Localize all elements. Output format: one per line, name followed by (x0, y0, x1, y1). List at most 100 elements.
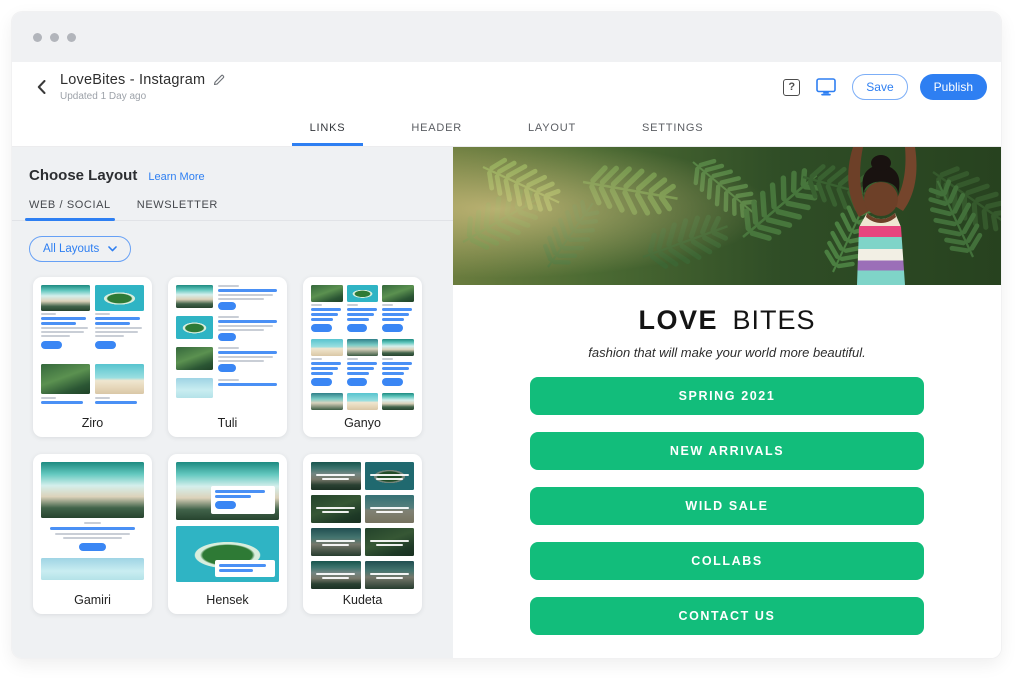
layout-card-tuli[interactable]: Tuli (168, 277, 287, 437)
preview-link-button-contact-us[interactable]: CONTACT US (530, 597, 924, 635)
thumbnail-text-line (219, 569, 253, 572)
thumbnail-button (215, 501, 236, 509)
thumbnail-text-line (95, 397, 110, 399)
page-title: LoveBites - Instagram (60, 72, 205, 88)
thumbnail-image (382, 339, 414, 356)
sidebar-sub-tabs: WEB / SOCIAL NEWSLETTER (12, 199, 453, 221)
thumbnail-text-line (322, 478, 349, 481)
thumbnail-image (311, 495, 361, 523)
brand-title: LOVE BITES (453, 305, 1001, 336)
thumbnail-text-line (218, 294, 273, 296)
thumbnail-text-line (218, 383, 277, 386)
layout-card-kudeta[interactable]: Kudeta (303, 454, 422, 614)
thumbnail-text-line (41, 322, 76, 325)
subtab-web-social[interactable]: WEB / SOCIAL (29, 199, 111, 220)
layout-card-hensek[interactable]: Hensek (168, 454, 287, 614)
thumbnail-text-line (218, 285, 239, 287)
thumbnail-image (347, 393, 379, 410)
layout-card-ziro[interactable]: Ziro (33, 277, 152, 437)
thumbnail-image (365, 528, 415, 556)
brand-title-light: BITES (733, 305, 816, 335)
thumbnail-text-line (311, 372, 333, 375)
thumbnail-text-line (41, 317, 86, 320)
learn-more-link[interactable]: Learn More (148, 171, 204, 183)
thumbnail-text-line (218, 356, 273, 358)
thumbnail-image (311, 339, 343, 356)
app-header: LoveBites - Instagram Updated 1 Day ago … (12, 62, 1001, 112)
thumbnail-text-line (95, 327, 142, 329)
save-button[interactable]: Save (852, 74, 907, 100)
preview-link-button-spring-2021[interactable]: SPRING 2021 (530, 377, 924, 415)
thumbnail-image (41, 285, 90, 311)
thumbnail-text-line (95, 313, 110, 315)
thumbnail-text-line (382, 313, 409, 316)
thumbnail-text-line (218, 347, 239, 349)
thumbnail-text-line (311, 318, 333, 321)
preview-link-button-wild-sale[interactable]: WILD SALE (530, 487, 924, 525)
main-content: Choose Layout Learn More WEB / SOCIALNEW… (12, 147, 1001, 658)
layout-name: Kudeta (303, 593, 422, 607)
tab-settings[interactable]: SETTINGS (624, 112, 721, 146)
layout-thumbnail (41, 285, 144, 413)
layout-name: Ganyo (303, 416, 422, 430)
thumbnail-text-line (316, 474, 355, 477)
thumbnail-text-line (347, 372, 369, 375)
thumbnail-text-line (95, 401, 137, 404)
brand-tagline: fashion that will make your world more b… (453, 345, 1001, 360)
thumbnail-text-line (347, 304, 358, 306)
subtab-newsletter[interactable]: NEWSLETTER (137, 199, 218, 220)
thumbnail-text-line (382, 372, 404, 375)
thumbnail-text-line (382, 308, 412, 311)
back-button[interactable] (30, 76, 52, 98)
thumbnail-text-line (218, 325, 273, 327)
layout-chooser-sidebar: Choose Layout Learn More WEB / SOCIALNEW… (12, 147, 453, 658)
thumbnail-text-line (316, 540, 355, 543)
preview-link-button-new-arrivals[interactable]: NEW ARRIVALS (530, 432, 924, 470)
thumbnail-text-line (218, 379, 239, 381)
layout-card-ganyo[interactable]: Ganyo (303, 277, 422, 437)
thumbnail-text-line (218, 329, 264, 331)
thumbnail-button (218, 302, 236, 310)
thumbnail-text-line (316, 573, 355, 576)
thumbnail-button (347, 324, 368, 332)
thumbnail-text-line (55, 533, 129, 535)
thumbnail-text-line (370, 573, 409, 576)
thumbnail-overlay-card (211, 486, 275, 514)
thumbnail-button (95, 341, 116, 349)
thumbnail-button (311, 324, 332, 332)
thumbnail-text-line (382, 304, 393, 306)
thumbnail-button (218, 333, 236, 341)
tab-layout[interactable]: LAYOUT (510, 112, 594, 146)
thumbnail-text-line (347, 362, 377, 365)
thumbnail-text-line (322, 511, 349, 514)
thumbnail-image (41, 558, 144, 580)
thumbnail-image (176, 462, 279, 520)
thumbnail-image (95, 285, 144, 311)
thumbnail-text-line (95, 322, 130, 325)
thumbnail-image (365, 561, 415, 589)
thumbnail-text-line (311, 367, 338, 370)
window-dot-icon (50, 33, 59, 42)
layout-thumbnail (311, 285, 414, 413)
help-icon[interactable]: ? (783, 79, 800, 96)
tab-links[interactable]: LINKS (292, 112, 364, 146)
thumbnail-text-line (382, 367, 409, 370)
preview-link-button-collabs[interactable]: COLLABS (530, 542, 924, 580)
publish-button[interactable]: Publish (920, 74, 987, 100)
main-tab-bar: LINKS HEADER LAYOUT SETTINGS (12, 112, 1001, 147)
layout-card-gamiri[interactable]: Gamiri (33, 454, 152, 614)
thumbnail-text-line (218, 351, 277, 354)
thumbnail-text-line (311, 313, 338, 316)
window-dot-icon (33, 33, 42, 42)
thumbnail-text-line (215, 490, 265, 493)
layout-name: Ziro (33, 416, 152, 430)
tab-header[interactable]: HEADER (393, 112, 480, 146)
thumbnail-text-line (370, 540, 409, 543)
thumbnail-button (218, 364, 236, 372)
all-layouts-dropdown[interactable]: All Layouts (29, 236, 131, 262)
thumbnail-text-line (347, 358, 358, 360)
thumbnail-text-line (311, 362, 341, 365)
edit-pencil-icon[interactable] (213, 74, 225, 86)
desktop-preview-icon[interactable] (816, 78, 836, 96)
thumbnail-image (176, 316, 213, 339)
